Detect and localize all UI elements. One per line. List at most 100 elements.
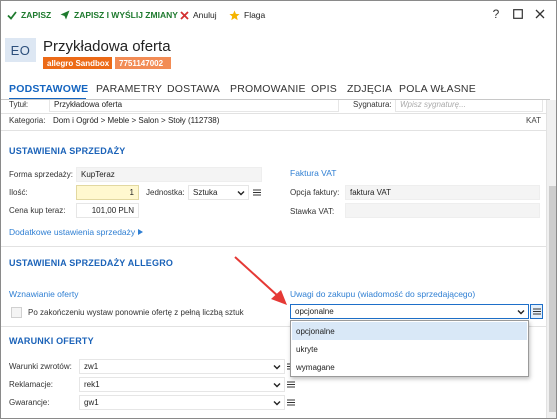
chevron-down-icon <box>517 310 525 315</box>
chevron-down-icon <box>273 383 281 388</box>
tab-promowanie[interactable]: PROMOWANIE <box>230 83 306 95</box>
category-value[interactable]: Dom i Ogród > Meble > Salon > Stoły (112… <box>53 116 219 125</box>
invoice-heading: Faktura VAT <box>290 168 337 178</box>
returns-select[interactable]: zw1 <box>79 359 285 374</box>
title-label: Tytuł: <box>9 100 29 109</box>
unit-menu-button[interactable] <box>251 185 263 200</box>
tab-parametry[interactable]: PARAMETRY <box>96 83 162 95</box>
quantity-label: Ilość: <box>9 188 28 197</box>
vat-rate-label: Stawka VAT: <box>290 207 335 216</box>
notes-dropdown-list: opcjonalne ukryte wymagane <box>290 320 529 377</box>
sale-form-field: KupTeraz <box>76 167 262 182</box>
title-input[interactable]: Przykładowa oferta <box>49 100 339 112</box>
divider <box>1 130 546 131</box>
returns-label: Warunki zwrotów: <box>9 362 72 371</box>
close-window-icon <box>535 9 545 19</box>
invoice-option-label: Opcja faktury: <box>290 188 340 197</box>
offer-avatar: EO <box>5 38 36 62</box>
vertical-scrollbar[interactable] <box>546 100 556 418</box>
save-label: ZAPISZ <box>21 10 52 20</box>
chevron-down-icon <box>273 365 281 370</box>
category-label: Kategoria: <box>9 116 46 125</box>
section-sales-heading: USTAWIENIA SPRZEDAŻY <box>9 146 126 156</box>
caret-right-icon <box>137 229 143 235</box>
sale-form-label: Forma sprzedaży: <box>9 170 74 179</box>
complaints-select[interactable]: rek1 <box>79 377 285 392</box>
unit-value: Sztuka <box>193 188 218 197</box>
title-value: Przykładowa oferta <box>54 100 123 109</box>
category-badge[interactable]: KAT <box>526 116 541 125</box>
chevron-down-icon <box>273 401 281 406</box>
tab-zdjecia[interactable]: ZDJĘCIA <box>347 83 392 95</box>
notes-value: opcjonalne <box>295 307 334 316</box>
flag-button[interactable]: Flaga <box>229 7 265 23</box>
annotation-arrow-icon <box>234 256 287 305</box>
warranty-value: gw1 <box>84 398 99 407</box>
more-sales-settings-link[interactable]: Dodatkowe ustawienia sprzedaży <box>9 227 143 237</box>
chevron-down-icon <box>237 191 245 196</box>
dropdown-option-wymagane[interactable]: wymagane <box>292 358 527 376</box>
sale-form-value: KupTeraz <box>81 170 115 179</box>
offer-editor-window: ZAPISZ ZAPISZ I WYŚLIJ ZMIANY Anuluj Fla… <box>0 0 557 419</box>
complaints-menu-button[interactable] <box>285 377 297 392</box>
notes-menu-button[interactable] <box>530 304 543 319</box>
maximize-icon <box>513 9 523 19</box>
tab-podstawowe[interactable]: PODSTAWOWE <box>9 83 88 95</box>
hamburger-icon <box>287 381 295 388</box>
cancel-label: Anuluj <box>193 10 217 20</box>
dropdown-option-opcjonalne[interactable]: opcjonalne <box>292 322 527 340</box>
signature-input[interactable]: Wpisz sygnaturę... <box>395 100 543 112</box>
signature-label: Sygnatura: <box>353 100 392 109</box>
divider <box>1 113 546 114</box>
send-icon <box>60 10 70 20</box>
returns-value: zw1 <box>84 362 99 371</box>
dropdown-option-ukryte[interactable]: ukryte <box>292 340 527 358</box>
vat-rate-field <box>345 203 540 218</box>
save-and-send-label: ZAPISZ I WYŚLIJ ZMIANY <box>74 10 178 20</box>
hamburger-icon <box>532 308 541 315</box>
resume-checkbox[interactable] <box>11 307 22 318</box>
maximize-button[interactable] <box>509 5 527 23</box>
save-check-icon <box>7 11 17 20</box>
tab-bar: PODSTAWOWE PARAMETRY DOSTAWA PROMOWANIE … <box>1 81 556 100</box>
tab-pola-wlasne[interactable]: POLA WŁASNE <box>399 83 476 95</box>
complaints-label: Reklamacje: <box>9 380 54 389</box>
more-sales-settings-label: Dodatkowe ustawienia sprzedaży <box>9 227 136 237</box>
save-button[interactable]: ZAPISZ <box>7 7 51 23</box>
warranty-menu-button[interactable] <box>285 395 297 410</box>
warranty-label: Gwarancje: <box>9 398 50 407</box>
price-value: 101,00 PLN <box>91 206 134 215</box>
star-icon <box>229 9 240 20</box>
flag-label: Flaga <box>244 10 266 20</box>
invoice-option-field: faktura VAT <box>345 185 540 200</box>
page-title: Przykładowa oferta <box>43 38 171 55</box>
notes-select[interactable]: opcjonalne <box>290 304 529 319</box>
hamburger-icon <box>253 189 261 196</box>
invoice-option-value: faktura VAT <box>350 188 392 197</box>
quantity-value: 1 <box>129 188 134 197</box>
section-allegro-heading: USTAWIENIA SPRZEDAŻY ALLEGRO <box>9 258 174 268</box>
scrollbar-thumb[interactable] <box>549 186 556 412</box>
help-button[interactable]: ? <box>487 5 505 23</box>
signature-placeholder: Wpisz sygnaturę... <box>400 100 466 109</box>
quantity-input[interactable]: 1 <box>76 185 139 200</box>
save-and-send-button[interactable]: ZAPISZ I WYŚLIJ ZMIANY <box>60 7 178 23</box>
hamburger-icon <box>287 399 295 406</box>
price-input[interactable]: 101,00 PLN <box>76 203 139 218</box>
divider <box>1 246 546 247</box>
cancel-button[interactable]: Anuluj <box>180 7 217 23</box>
close-icon <box>180 10 189 20</box>
environment-badge: allegro Sandbox <box>43 57 112 69</box>
offer-id-badge: 7751147002 <box>115 57 171 69</box>
complaints-value: rek1 <box>84 380 100 389</box>
resume-checkbox-label[interactable]: Po zakończeniu wystaw ponownie ofertę z … <box>28 308 244 317</box>
unit-label: Jednostka: <box>146 188 185 197</box>
warranty-select[interactable]: gw1 <box>79 395 285 410</box>
tab-opis[interactable]: OPIS <box>311 83 337 95</box>
price-label: Cena kup teraz: <box>9 206 66 215</box>
close-window-button[interactable] <box>531 5 549 23</box>
notes-heading: Uwagi do zakupu (wiadomość do sprzedając… <box>290 289 476 299</box>
resume-heading: Wznawianie oferty <box>9 289 79 299</box>
tab-dostawa[interactable]: DOSTAWA <box>167 83 220 95</box>
unit-select[interactable]: Sztuka <box>188 185 249 200</box>
